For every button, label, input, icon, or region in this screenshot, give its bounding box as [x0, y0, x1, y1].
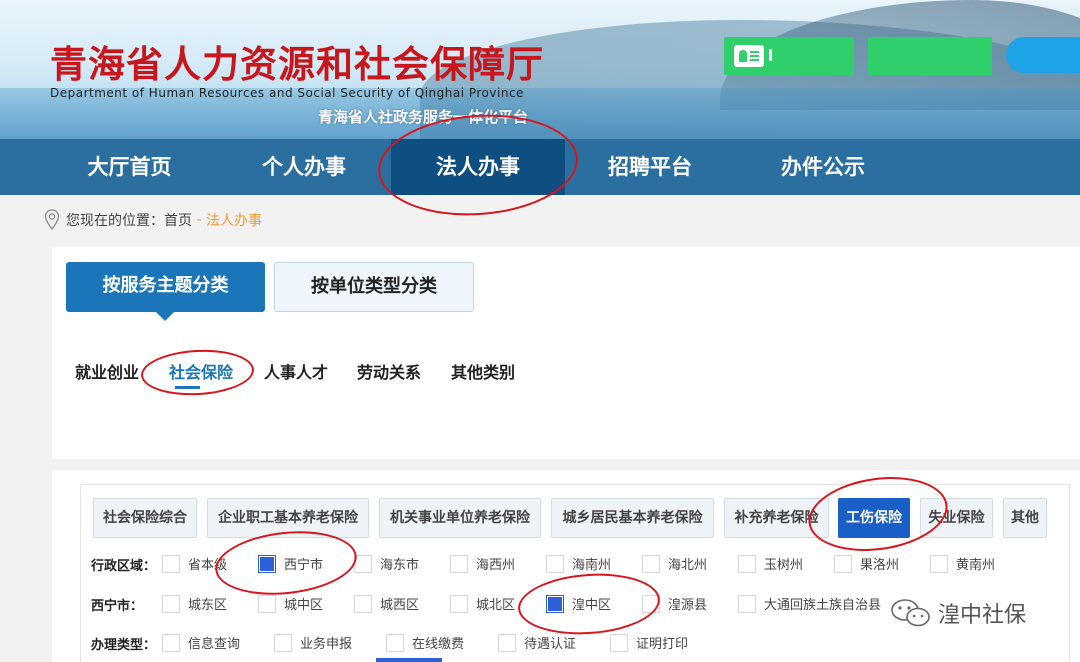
- district-option[interactable]: 城西区: [354, 594, 419, 613]
- button-label-fragment: [769, 49, 772, 61]
- service-tab-public-institution-pension[interactable]: 机关事业单位养老保险: [379, 498, 541, 538]
- checkbox[interactable]: [274, 633, 292, 652]
- region-option[interactable]: 海东市: [354, 554, 419, 573]
- nav-item-public[interactable]: 办件公示: [735, 139, 911, 195]
- category-labor-relations[interactable]: 劳动关系: [357, 359, 421, 383]
- region-option[interactable]: 海南州: [546, 554, 611, 573]
- site-title: 青海省人力资源和社会保障厅: [50, 42, 544, 86]
- main-nav: 大厅首页 个人办事 法人办事 招聘平台 办件公示: [0, 139, 1080, 195]
- platform-name: 青海省人社政务服务一体化平台: [318, 108, 529, 126]
- category-other[interactable]: 其他类别: [451, 359, 515, 383]
- region-option[interactable]: 省本级: [162, 554, 227, 573]
- region-option[interactable]: 海西州: [450, 554, 515, 573]
- type-option[interactable]: 信息查询: [162, 633, 240, 652]
- nav-item-recruit[interactable]: 招聘平台: [565, 139, 735, 195]
- checkbox[interactable]: [162, 594, 180, 613]
- header-green-button[interactable]: [868, 37, 992, 75]
- header-blue-pill-button[interactable]: [1006, 37, 1080, 73]
- checkbox[interactable]: [642, 594, 660, 613]
- region-option[interactable]: 海北州: [642, 554, 707, 573]
- nav-item-home[interactable]: 大厅首页: [42, 139, 217, 195]
- filter-label-type: 办理类型：: [91, 638, 157, 653]
- location-pin-icon: [44, 209, 60, 231]
- breadcrumb-separator: -: [192, 212, 206, 228]
- site-subtitle-en: Department of Human Resources and Social…: [50, 86, 524, 100]
- district-option[interactable]: 大通回族土族自治县: [738, 594, 881, 613]
- tab-by-service-theme[interactable]: 按服务主题分类: [66, 262, 265, 321]
- breadcrumb-current: 法人办事: [205, 213, 262, 229]
- breadcrumb: 您现在的位置： 首页 - 法人办事: [44, 205, 262, 235]
- breadcrumb-prefix: 您现在的位置：: [66, 213, 164, 229]
- service-tab-supplementary-pension[interactable]: 补充养老保险: [724, 498, 829, 538]
- nav-item-corporate[interactable]: 法人办事: [391, 139, 565, 195]
- service-tab-work-injury[interactable]: 工伤保险: [838, 498, 910, 538]
- tab-by-unit-type[interactable]: 按单位类型分类: [274, 262, 474, 312]
- checkbox[interactable]: [498, 633, 516, 652]
- district-option[interactable]: 城中区: [258, 594, 323, 613]
- checkbox[interactable]: [642, 554, 660, 573]
- type-option[interactable]: 证明打印: [610, 633, 688, 652]
- filter-label-region: 行政区域：: [91, 559, 157, 574]
- category-employment[interactable]: 就业创业: [75, 359, 139, 383]
- service-tab-enterprise-pension[interactable]: 企业职工基本养老保险: [207, 498, 369, 538]
- checkbox[interactable]: [162, 554, 180, 573]
- active-category-underline: [175, 386, 200, 389]
- type-option[interactable]: 在线缴费: [386, 633, 464, 652]
- checkbox[interactable]: [450, 594, 468, 613]
- breadcrumb-home[interactable]: 首页: [164, 210, 192, 230]
- checkbox[interactable]: [354, 594, 372, 613]
- wechat-watermark: 湟中社保: [890, 597, 1026, 629]
- district-option[interactable]: 城东区: [162, 594, 227, 613]
- region-option[interactable]: 玉树州: [738, 554, 803, 573]
- checkbox-checked[interactable]: [546, 594, 564, 613]
- checkbox[interactable]: [834, 554, 852, 573]
- id-card-login-button[interactable]: [724, 37, 854, 75]
- filter-label-xining: 西宁市：: [91, 599, 144, 614]
- partial-button-edge[interactable]: [376, 658, 442, 662]
- id-card-icon: [734, 45, 764, 67]
- service-tab-unemployment[interactable]: 失业保险: [920, 498, 993, 538]
- checkbox[interactable]: [610, 633, 628, 652]
- region-option-xining[interactable]: 西宁市: [258, 554, 323, 573]
- district-option-huangzhong[interactable]: 湟中区: [546, 594, 611, 613]
- header-banner: 青海省人力资源和社会保障厅 Department of Human Resour…: [0, 0, 1080, 139]
- region-option[interactable]: 果洛州: [834, 554, 899, 573]
- checkbox[interactable]: [738, 554, 756, 573]
- nav-item-personal[interactable]: 个人办事: [217, 139, 391, 195]
- checkbox[interactable]: [162, 633, 180, 652]
- checkbox[interactable]: [738, 594, 756, 613]
- checkbox-checked[interactable]: [258, 554, 276, 573]
- checkbox[interactable]: [546, 554, 564, 573]
- checkbox[interactable]: [386, 633, 404, 652]
- classify-panel: 按服务主题分类 按单位类型分类 就业创业 社会保险 人事人才 劳动关系 其他类别: [52, 247, 1080, 459]
- region-option[interactable]: 黄南州: [930, 554, 995, 573]
- checkbox[interactable]: [930, 554, 948, 573]
- checkbox[interactable]: [354, 554, 372, 573]
- checkbox[interactable]: [258, 594, 276, 613]
- type-option[interactable]: 业务申报: [274, 633, 352, 652]
- type-option[interactable]: 待遇认证: [498, 633, 576, 652]
- district-option[interactable]: 湟源县: [642, 594, 707, 613]
- wechat-icon: [891, 599, 930, 627]
- category-personnel[interactable]: 人事人才: [264, 359, 328, 383]
- district-option[interactable]: 城北区: [450, 594, 515, 613]
- service-tab-resident-pension[interactable]: 城乡居民基本养老保险: [551, 498, 714, 538]
- service-tab-other[interactable]: 其他: [1003, 498, 1047, 538]
- service-tab-social-insurance-general[interactable]: 社会保险综合: [93, 498, 197, 538]
- watermark-text: 湟中社保: [938, 603, 1027, 628]
- category-social-insurance[interactable]: 社会保险: [169, 359, 233, 383]
- checkbox[interactable]: [450, 554, 468, 573]
